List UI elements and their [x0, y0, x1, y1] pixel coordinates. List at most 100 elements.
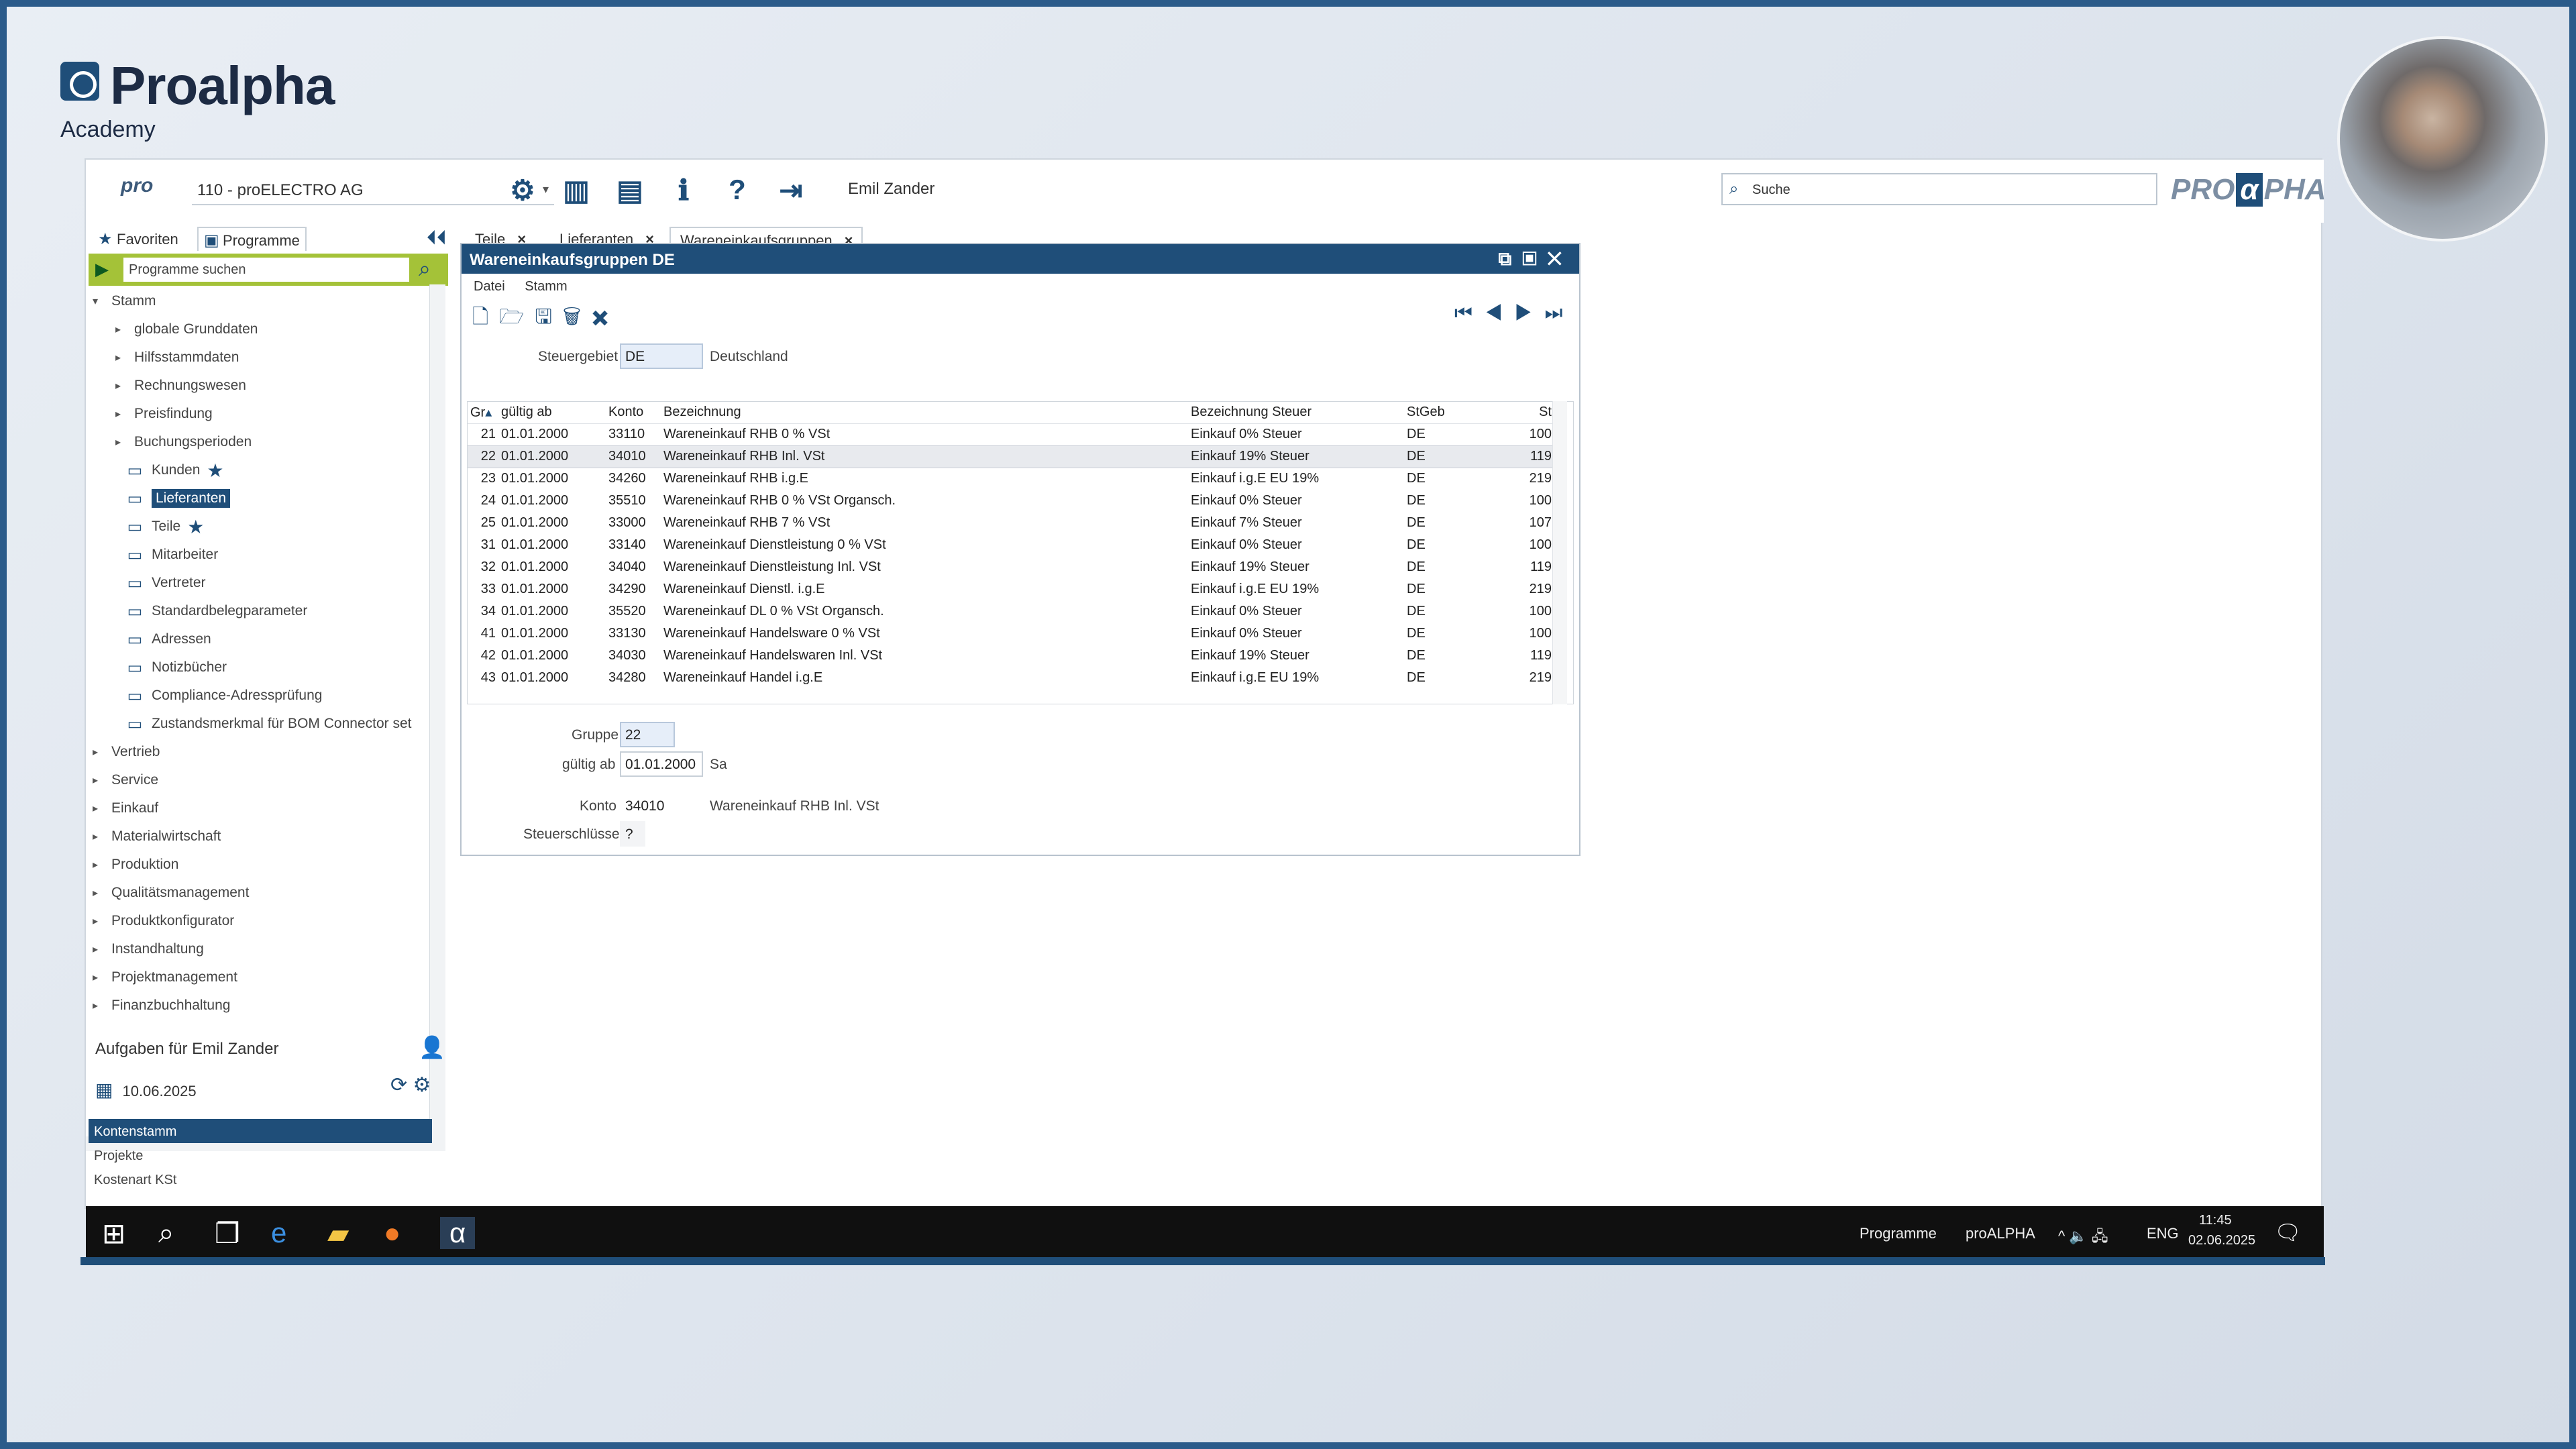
- list-item[interactable]: Kostenart KSt: [89, 1167, 432, 1191]
- column-header[interactable]: Gr▴: [468, 402, 498, 424]
- column-header[interactable]: St: [1525, 402, 1554, 424]
- gruppe-field[interactable]: 22: [620, 722, 675, 747]
- tree-item[interactable]: ▭ Vertreter: [123, 572, 206, 594]
- search-icon[interactable]: ⌕: [419, 256, 431, 282]
- user-icon[interactable]: 👤: [419, 1034, 445, 1060]
- tree-item[interactable]: ▸ Finanzbuchhaltung: [93, 994, 230, 1017]
- tree-item[interactable]: ▸ Qualitätsmanagement: [93, 881, 249, 904]
- cancel-icon[interactable]: ✖: [592, 306, 619, 328]
- play-icon[interactable]: ▶: [95, 259, 109, 280]
- tree-scrollbar[interactable]: [429, 284, 445, 1150]
- table-row[interactable]: 22 01.01.2000 34010 Wareneinkauf RHB Inl. V…: [468, 445, 1554, 468]
- logout-icon[interactable]: ⇥: [773, 172, 809, 208]
- gear-icon[interactable]: ⚙: [504, 172, 541, 208]
- tree-item[interactable]: ▭ Teile ★: [123, 515, 205, 538]
- column-header[interactable]: Bezeichnung: [661, 402, 1188, 424]
- tree-item[interactable]: ▸ Hilfsstammdaten: [115, 346, 239, 369]
- chevron-down-icon[interactable]: ▾: [93, 294, 103, 308]
- search-input[interactable]: ⌕ Suche: [1721, 173, 2157, 205]
- chevron-right-icon[interactable]: ▸: [115, 435, 126, 449]
- program-search-input[interactable]: Programme suchen: [123, 258, 409, 282]
- table-row[interactable]: 21 01.01.2000 33110 Wareneinkauf RHB 0 % VS…: [468, 423, 1554, 445]
- proalpha-app-icon[interactable]: α: [440, 1217, 476, 1249]
- pro-logo[interactable]: pro: [121, 174, 169, 205]
- tree-item[interactable]: ▾ Stamm: [93, 290, 156, 313]
- tray-icons[interactable]: ^ 🔈 🖧: [2058, 1225, 2108, 1250]
- tree-item[interactable]: ▭ Mitarbeiter: [123, 543, 219, 566]
- chevron-right-icon[interactable]: ▸: [93, 971, 103, 984]
- next-record-icon[interactable]: ▶: [1515, 302, 1545, 324]
- chevron-right-icon[interactable]: ▸: [93, 886, 103, 900]
- steuergebiet-field[interactable]: DE: [620, 343, 703, 369]
- taskbar-programme[interactable]: Programme: [1860, 1225, 1937, 1242]
- tree-item[interactable]: ▸ Instandhaltung: [93, 938, 204, 961]
- clock-time[interactable]: 11:45: [2199, 1213, 2232, 1228]
- tree-item[interactable]: ▸ Rechnungswesen: [115, 374, 246, 397]
- column-header[interactable]: StGeb: [1404, 402, 1525, 424]
- menu-stamm[interactable]: Stamm: [525, 279, 567, 294]
- table-row[interactable]: 25 01.01.2000 33000 Wareneinkauf RHB 7 % VS…: [468, 512, 1554, 534]
- chevron-right-icon[interactable]: ▸: [93, 943, 103, 956]
- chevron-right-icon[interactable]: ▸: [115, 351, 126, 364]
- column-header[interactable]: gültig ab: [498, 402, 606, 424]
- menu-datei[interactable]: Datei: [474, 279, 505, 294]
- last-record-icon[interactable]: ⏭: [1545, 302, 1575, 324]
- chevron-right-icon[interactable]: ▸: [93, 999, 103, 1012]
- tree-item[interactable]: ▸ Service: [93, 769, 158, 792]
- collapse-panel-icon[interactable]: ⏴⏴: [427, 227, 447, 250]
- tree-item[interactable]: ▸ Vertrieb: [93, 741, 160, 763]
- tab-programme[interactable]: ▣ Programme: [197, 227, 307, 251]
- tree-item[interactable]: ▸ Projektmanagement: [93, 966, 237, 989]
- task-view-icon[interactable]: ❐: [215, 1217, 240, 1250]
- save-icon[interactable]: 🖫: [535, 306, 563, 328]
- favorite-star-icon[interactable]: ★: [207, 460, 223, 482]
- close-icon[interactable]: ✕: [1548, 248, 1572, 269]
- delete-icon[interactable]: 🗑: [563, 306, 592, 328]
- table-scrollbar[interactable]: [1552, 401, 1567, 704]
- language-indicator[interactable]: ENG: [2147, 1225, 2179, 1242]
- table-row[interactable]: 32 01.01.2000 34040 Wareneinkauf Dienstleis…: [468, 556, 1554, 578]
- refresh-icon[interactable]: ⟳: [390, 1074, 407, 1096]
- help-icon[interactable]: ?: [719, 172, 755, 208]
- notification-icon[interactable]: 🗨: [2274, 1220, 2302, 1245]
- table-row[interactable]: 41 01.01.2000 33130 Wareneinkauf Handelswar…: [468, 623, 1554, 645]
- maximize-icon[interactable]: ▣: [1522, 248, 1547, 269]
- chevron-right-icon[interactable]: ▸: [93, 914, 103, 928]
- search-icon[interactable]: ⌕: [158, 1217, 174, 1250]
- tree-item[interactable]: ▸ Preisfindung: [115, 402, 213, 425]
- list-item[interactable]: Projekte: [89, 1143, 432, 1167]
- tree-item[interactable]: ▸ Produktion: [93, 853, 178, 876]
- steuerschluessel-field[interactable]: ?: [620, 821, 645, 847]
- tree-item[interactable]: ▸ Materialwirtschaft: [93, 825, 221, 848]
- company-select[interactable]: 110 - proELECTRO AG ▾: [192, 174, 554, 205]
- column-header[interactable]: Bezeichnung Steuer: [1188, 402, 1404, 424]
- tree-item[interactable]: ▸ globale Grunddaten: [115, 318, 258, 341]
- table-row[interactable]: 24 01.01.2000 35510 Wareneinkauf RHB 0 % VS…: [468, 490, 1554, 512]
- tree-item[interactable]: ▸ Produktkonfigurator: [93, 910, 234, 932]
- restore-icon[interactable]: ⧉: [1498, 248, 1522, 269]
- prev-record-icon[interactable]: ◀: [1485, 302, 1515, 324]
- table-row[interactable]: 33 01.01.2000 34290 Wareneinkauf Dienstl. i…: [468, 578, 1554, 600]
- table-row[interactable]: 42 01.01.2000 34030 Wareneinkauf Handelswar…: [468, 645, 1554, 667]
- new-icon[interactable]: 🗋: [472, 306, 499, 328]
- taskbar-proalpha[interactable]: proALPHA: [1966, 1225, 2035, 1242]
- settings-icon[interactable]: ⚙: [413, 1074, 431, 1096]
- info-icon[interactable]: ℹ: [665, 172, 702, 208]
- first-record-icon[interactable]: ⏮: [1454, 302, 1485, 324]
- windows-start-icon[interactable]: ⊞: [102, 1217, 125, 1250]
- gueltig-ab-field[interactable]: 01.01.2000: [620, 751, 703, 777]
- column-header[interactable]: Konto: [606, 402, 661, 424]
- tree-item[interactable]: ▭ Kunden ★: [123, 459, 224, 482]
- chevron-right-icon[interactable]: ▸: [93, 773, 103, 787]
- tree-item[interactable]: ▭ Lieferanten: [123, 487, 231, 510]
- tree-item[interactable]: ▭ Compliance-Adressprüfung: [123, 684, 323, 707]
- chevron-right-icon[interactable]: ▸: [115, 379, 126, 392]
- chevron-right-icon[interactable]: ▸: [115, 407, 126, 421]
- tree-item[interactable]: ▭ Standardbelegparameter: [123, 600, 308, 623]
- file-explorer-icon[interactable]: ▰: [327, 1217, 349, 1250]
- table-row[interactable]: 31 01.01.2000 33140 Wareneinkauf Dienstleis…: [468, 534, 1554, 556]
- table-row[interactable]: 23 01.01.2000 34260 Wareneinkauf RHB i.g.E E…: [468, 468, 1554, 490]
- chevron-right-icon[interactable]: ▸: [93, 858, 103, 871]
- tab-favoriten[interactable]: ★ Favoriten: [93, 227, 184, 251]
- chevron-right-icon[interactable]: ▸: [93, 830, 103, 843]
